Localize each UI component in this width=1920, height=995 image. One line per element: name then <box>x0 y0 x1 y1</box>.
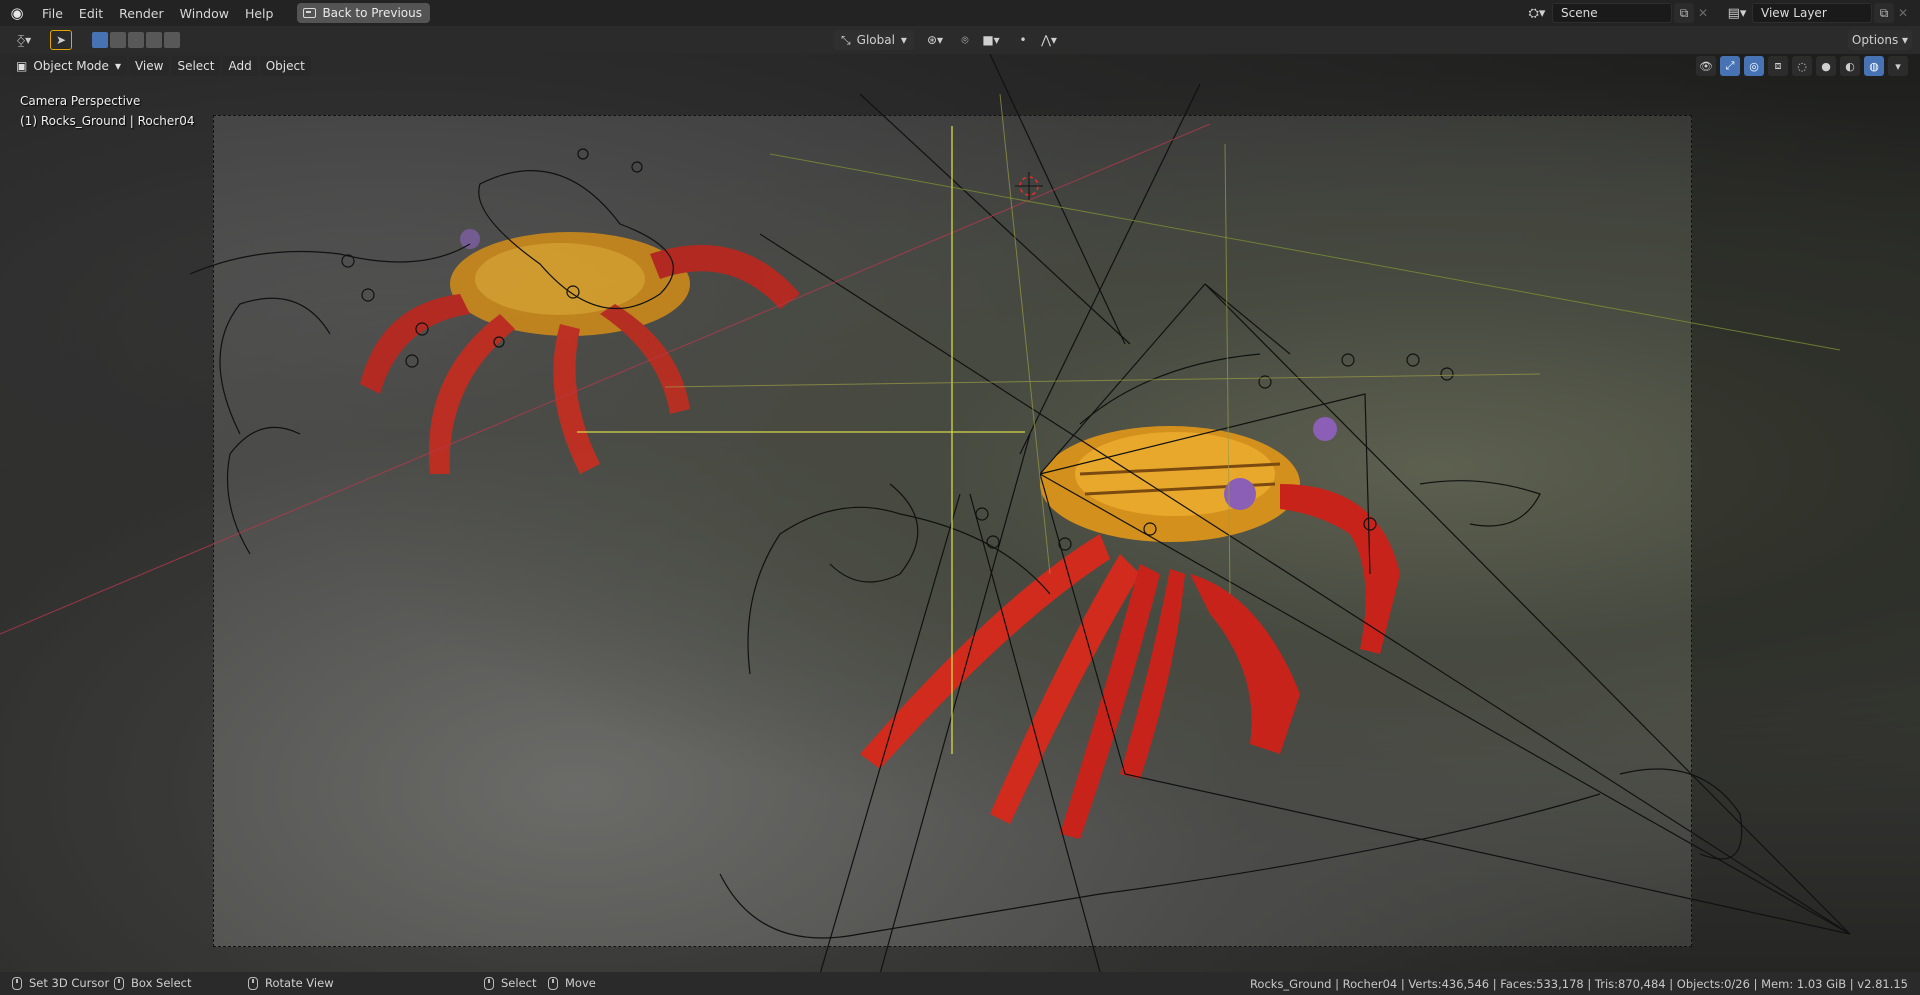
back-to-previous-label: Back to Previous <box>322 6 422 20</box>
mode-intersect-icon[interactable] <box>164 32 180 48</box>
scene-selector: ⛭▾ Scene ⧉ ✕ <box>1522 3 1712 23</box>
scene-statistics: Rocks_Ground | Rocher04 | Verts:436,546 … <box>1249 977 1908 991</box>
status-bar: Set 3D Cursor Box Select Rotate View Sel… <box>0 972 1920 995</box>
object-menu[interactable]: Object <box>259 56 311 76</box>
transform-orientation-label: Global <box>856 33 895 47</box>
blender-logo-icon[interactable]: ◉ <box>0 0 34 26</box>
menu-render[interactable]: Render <box>111 2 172 24</box>
mouse-drag-icon <box>114 976 124 990</box>
new-scene-icon[interactable]: ⧉ <box>1674 3 1694 23</box>
mode-difference-icon[interactable] <box>146 32 162 48</box>
editor-type-icon[interactable]: ⧰▾ <box>8 30 40 50</box>
viewport-header: ▣ Object Mode ▾ View Select Add Object <box>0 54 1920 78</box>
menu-edit[interactable]: Edit <box>71 2 111 24</box>
screen-icon <box>303 8 317 18</box>
mouse-left-icon <box>12 976 22 990</box>
view-layer-selector: ▤▾ View Layer ⧉ ✕ <box>1722 3 1912 23</box>
mouse-middle-icon <box>248 976 258 990</box>
status-select: Select <box>484 976 536 990</box>
proportional-editing-icon[interactable]: • <box>1014 30 1032 50</box>
solid-shading-icon[interactable]: ● <box>1816 56 1836 76</box>
snap-icon[interactable]: ⌾ <box>956 30 974 50</box>
mode-extend-icon[interactable] <box>110 32 126 48</box>
active-object-label: (1) Rocks_Ground | Rocher04 <box>20 114 195 128</box>
view-menu[interactable]: View <box>128 56 170 76</box>
camera-perspective-label: Camera Perspective <box>20 94 141 108</box>
menu-window[interactable]: Window <box>172 2 237 24</box>
falloff-icon[interactable]: ⋀▾ <box>1034 30 1064 50</box>
gizmo-icon[interactable]: ⤢ <box>1720 56 1740 76</box>
back-to-previous-button[interactable]: Back to Previous <box>297 3 430 23</box>
options-dropdown[interactable]: Options ▾ <box>1848 30 1912 50</box>
snap-target-icon[interactable]: ■▾ <box>976 30 1006 50</box>
pivot-point-icon[interactable]: ⊛▾ <box>920 30 950 50</box>
mouse-right-icon <box>484 976 494 990</box>
top-menu-bar: ◉ File Edit Render Window Help Back to P… <box>0 0 1920 26</box>
view-layer-name-field[interactable]: View Layer <box>1752 3 1872 23</box>
shading-options-icon[interactable]: ▾ <box>1888 56 1908 76</box>
select-label: Select <box>501 976 537 990</box>
select-menu[interactable]: Select <box>171 56 221 76</box>
delete-view-layer-icon[interactable]: ✕ <box>1894 3 1912 23</box>
options-label: Options <box>1851 33 1899 47</box>
view-layer-icon[interactable]: ▤▾ <box>1722 3 1752 23</box>
viewport-shading-controls: 👁 ⤢ ◎ ⧈ ◌ ● ◐ ◍ ▾ <box>1696 56 1908 76</box>
selection-mode-buttons <box>88 30 184 50</box>
move-label: Move <box>565 976 596 990</box>
status-set-cursor: Set 3D Cursor <box>12 976 109 990</box>
add-menu[interactable]: Add <box>222 56 258 76</box>
orientation-icon: ⤡ <box>841 32 851 47</box>
delete-scene-icon[interactable]: ✕ <box>1694 3 1712 23</box>
wireframe-shading-icon[interactable]: ◌ <box>1792 56 1812 76</box>
status-rotate-view: Rotate View <box>248 976 334 990</box>
status-move: Move <box>548 976 596 990</box>
scene-icon[interactable]: ⛭▾ <box>1522 3 1552 23</box>
mode-new-icon[interactable] <box>92 32 108 48</box>
menu-help[interactable]: Help <box>237 2 282 24</box>
object-mode-dropdown[interactable]: ▣ Object Mode ▾ <box>10 56 127 76</box>
object-mode-label: Object Mode <box>33 59 109 73</box>
box-select-label: Box Select <box>131 976 192 990</box>
visibility-icon[interactable]: 👁 <box>1696 56 1716 76</box>
chevron-down-icon: ▾ <box>1898 33 1909 47</box>
rotate-view-label: Rotate View <box>265 976 334 990</box>
transform-orientation-dropdown[interactable]: ⤡ Global ▾ <box>834 30 914 50</box>
object-mode-icon: ▣ <box>16 59 28 73</box>
material-shading-icon[interactable]: ◐ <box>1840 56 1860 76</box>
chevron-down-icon: ▾ <box>114 59 121 73</box>
mode-subtract-icon[interactable] <box>128 32 144 48</box>
status-box-select: Box Select <box>114 976 192 990</box>
xray-icon[interactable]: ⧈ <box>1768 56 1788 76</box>
select-tool-icon[interactable]: ➤ <box>50 30 72 50</box>
scene-name-field[interactable]: Scene <box>1552 3 1672 23</box>
3d-viewport[interactable]: ▣ Object Mode ▾ View Select Add Object 👁… <box>0 54 1920 972</box>
tool-header: ⧰▾ ➤ ⤡ Global ▾ ⊛▾ ⌾ ■▾ • ⋀▾ Options ▾ <box>0 26 1920 54</box>
rendered-shading-icon[interactable]: ◍ <box>1864 56 1884 76</box>
overlays-icon[interactable]: ◎ <box>1744 56 1764 76</box>
mouse-move-icon <box>548 976 558 990</box>
wireframe-overlay <box>0 54 1851 972</box>
set-cursor-label: Set 3D Cursor <box>29 976 110 990</box>
chevron-down-icon: ▾ <box>900 33 907 47</box>
menu-file[interactable]: File <box>34 2 71 24</box>
new-view-layer-icon[interactable]: ⧉ <box>1874 3 1894 23</box>
